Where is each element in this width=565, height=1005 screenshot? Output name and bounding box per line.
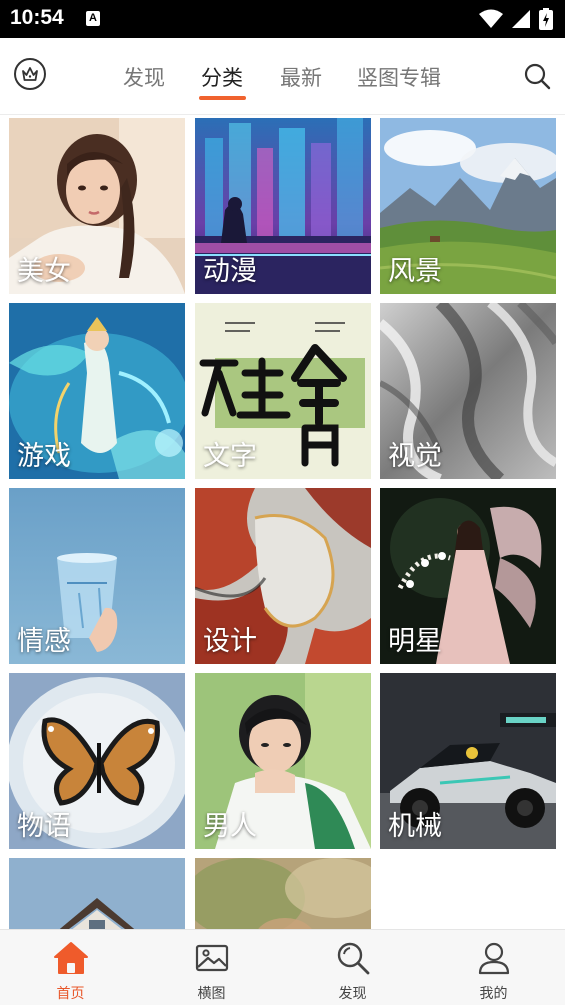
category-label: 风景 (388, 256, 442, 287)
tab-categories[interactable]: 分类 (201, 62, 243, 92)
search-icon (337, 942, 369, 975)
category-tile-beauty[interactable]: 美女 (9, 118, 185, 294)
home-icon (53, 942, 88, 974)
battery-icon (539, 8, 553, 30)
signal-icon (512, 10, 530, 28)
user-icon (478, 942, 509, 975)
category-tile-games[interactable]: 游戏 (9, 303, 185, 479)
nav-home[interactable]: 首页 (0, 930, 141, 1005)
status-time: 10:54 (10, 6, 64, 29)
status-bar: 10:54 A (0, 0, 565, 38)
category-tile-mechanical[interactable]: 机械 (380, 673, 556, 849)
category-tile-anime[interactable]: 动漫 (195, 118, 371, 294)
category-tile-design[interactable]: 设计 (195, 488, 371, 664)
category-tile-more-1[interactable] (9, 858, 185, 929)
category-tile-scenery[interactable]: 风景 (380, 118, 556, 294)
category-label: 设计 (203, 626, 257, 657)
nav-landscape[interactable]: 横图 (141, 930, 282, 1005)
nav-profile[interactable]: 我的 (423, 930, 564, 1005)
category-tile-men[interactable]: 男人 (195, 673, 371, 849)
tab-discover[interactable]: 发现 (123, 62, 165, 92)
category-label: 男人 (203, 811, 257, 842)
top-bar: 发现 分类 最新 竖图专辑 (0, 38, 565, 115)
nav-label: 首页 (56, 986, 85, 1002)
active-tab-indicator (199, 96, 246, 100)
wifi-icon (479, 9, 503, 28)
notification-icon: A (86, 11, 100, 26)
category-tile-emotion[interactable]: 情感 (9, 488, 185, 664)
category-label: 文字 (203, 441, 257, 472)
blurred-outdoor-image (195, 858, 371, 929)
category-label: 美女 (17, 256, 71, 287)
category-label: 明星 (388, 626, 442, 657)
category-label: 视觉 (388, 441, 442, 472)
category-tile-more-2[interactable] (195, 858, 371, 929)
category-label: 情感 (17, 626, 71, 657)
image-icon (195, 944, 228, 972)
nav-label: 发现 (338, 986, 367, 1002)
category-grid: 美女 动漫 风景 游戏 文字 视觉 情感 设计 明星 物语 男人 机械 (0, 114, 565, 929)
category-tabs: 发现 分类 最新 竖图专辑 (0, 38, 565, 114)
category-tile-celebrity[interactable]: 明星 (380, 488, 556, 664)
category-label: 游戏 (17, 441, 71, 472)
category-label: 物语 (17, 811, 71, 842)
nav-label: 我的 (479, 986, 508, 1002)
status-icons (479, 8, 553, 30)
house-roof-image (9, 858, 185, 929)
bottom-navigation: 首页 横图 发现 我的 (0, 929, 565, 1005)
nav-label: 横图 (197, 986, 226, 1002)
category-tile-story[interactable]: 物语 (9, 673, 185, 849)
category-label: 动漫 (203, 256, 257, 287)
category-tile-text[interactable]: 文字 (195, 303, 371, 479)
nav-discover[interactable]: 发现 (282, 930, 423, 1005)
category-tile-visual[interactable]: 视觉 (380, 303, 556, 479)
tab-latest[interactable]: 最新 (280, 62, 322, 92)
category-label: 机械 (388, 811, 442, 842)
tab-vertical-albums[interactable]: 竖图专辑 (357, 62, 441, 92)
search-icon[interactable] (523, 62, 551, 90)
